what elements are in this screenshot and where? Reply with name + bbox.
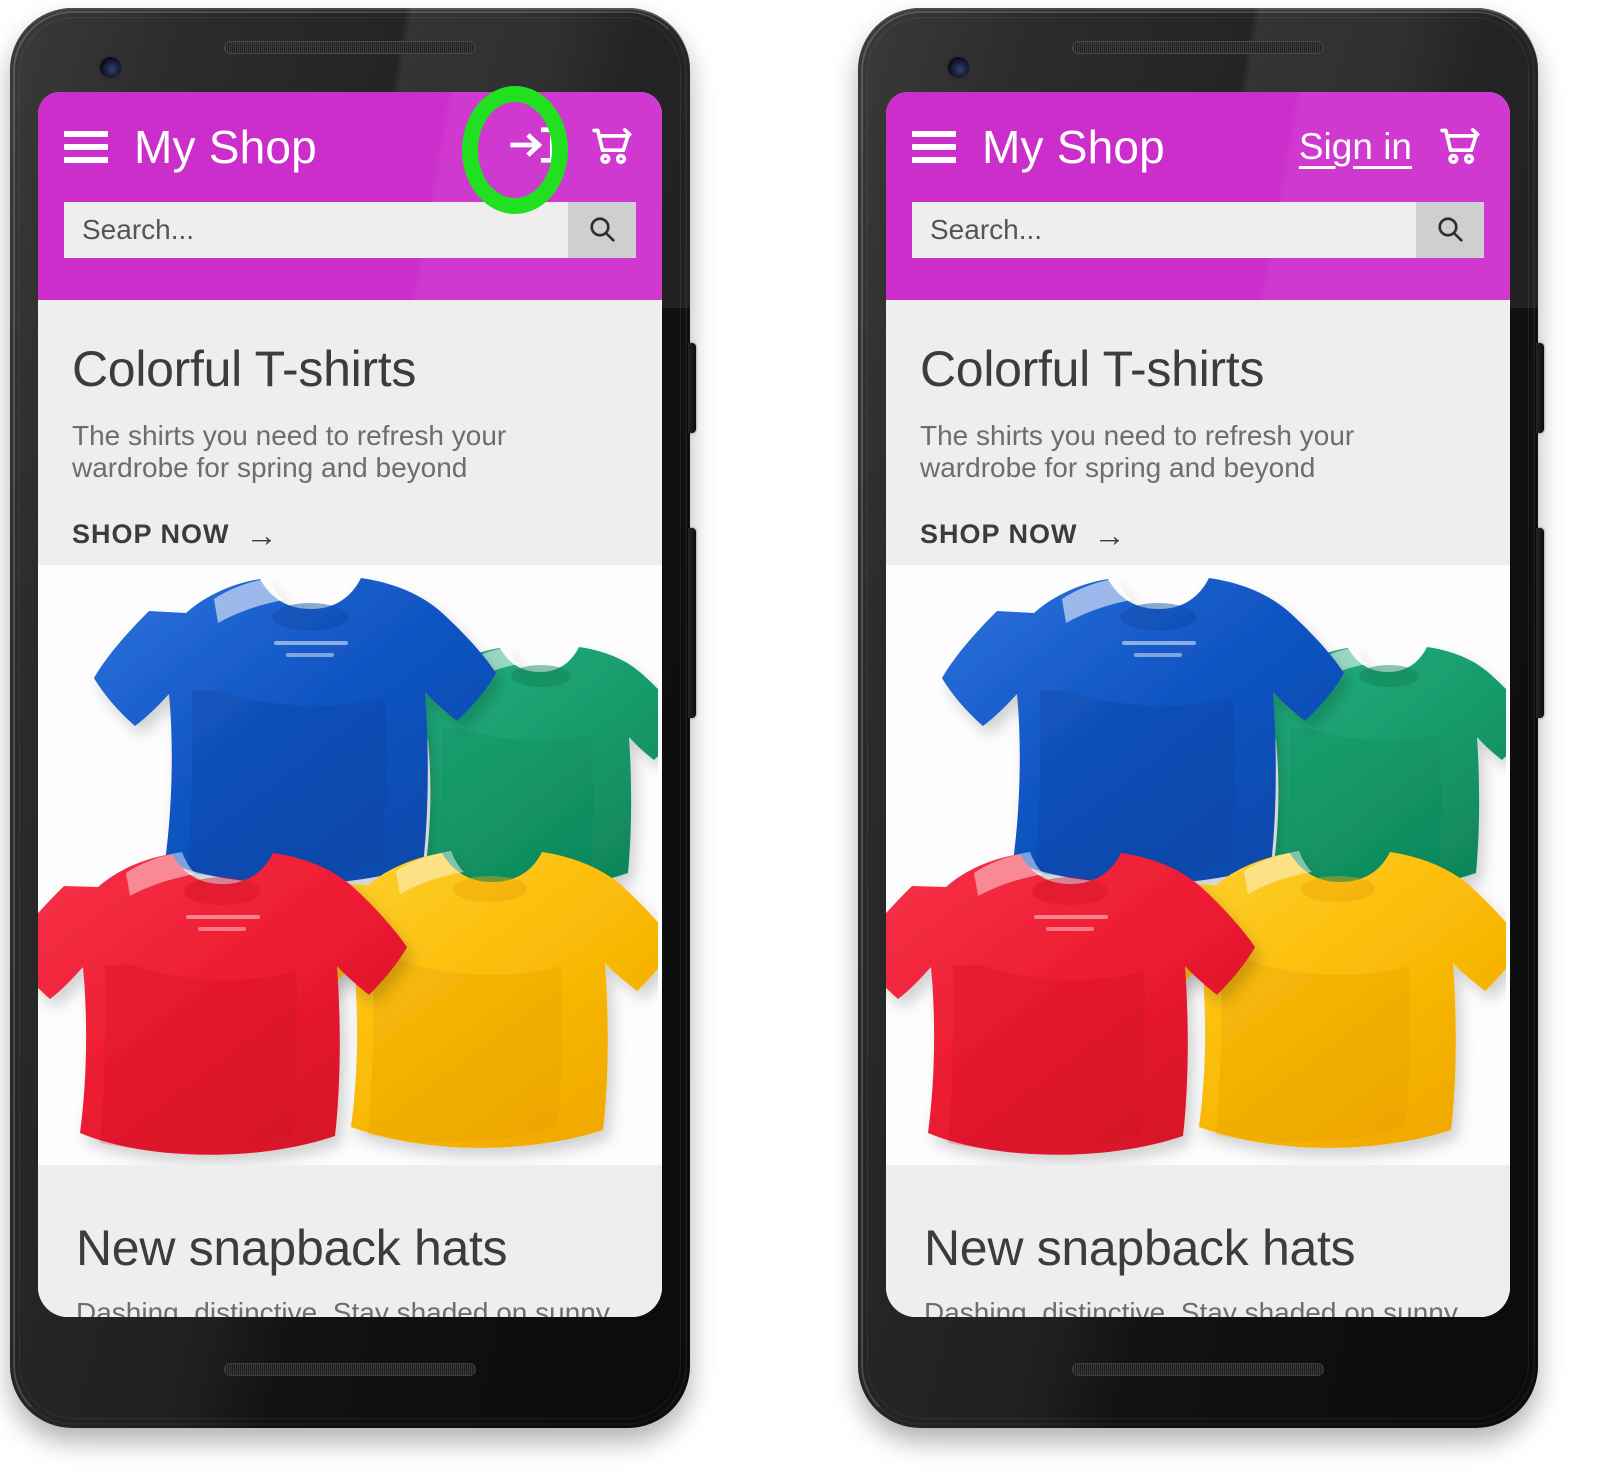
screenshot-stage: My Shop Search... Colorful T-shirts The … — [0, 0, 1600, 1473]
shirt-red — [38, 851, 407, 1155]
hero-title: Colorful T-shirts — [920, 341, 1265, 397]
shopping-cart-icon — [585, 119, 637, 176]
tshirt-hero-image — [38, 564, 662, 1165]
cart-button[interactable] — [1430, 118, 1488, 176]
hero-card: Colorful T-shirts The shirts you need to… — [38, 300, 662, 1165]
app-bar: My Shop — [38, 92, 662, 300]
earpiece-speaker — [1072, 41, 1324, 54]
cart-button[interactable] — [582, 118, 640, 176]
bottom-speaker — [1072, 1363, 1324, 1376]
hero-subtitle: The shirts you need to refresh your ward… — [920, 420, 1355, 484]
shop-now-link[interactable]: SHOP NOW → — [38, 485, 662, 551]
shop-now-label: SHOP NOW — [72, 519, 230, 550]
phone-screen-right: My Shop Sign in Search... Colorful T-shi… — [886, 92, 1510, 1317]
sign-in-label: Sign in — [1298, 126, 1412, 167]
power-button[interactable] — [1536, 343, 1544, 433]
snapback-title: New snapback hats — [924, 1219, 1356, 1276]
search-submit-button[interactable] — [568, 202, 636, 258]
search-input[interactable] — [912, 202, 1416, 258]
search-input[interactable] — [64, 202, 568, 258]
tshirt-hero-image — [886, 564, 1510, 1165]
front-camera-icon — [98, 55, 123, 80]
snapback-subtitle: Dashing, distinctive. Stay shaded on sun… — [924, 1296, 1458, 1317]
hero-card: Colorful T-shirts The shirts you need to… — [886, 300, 1510, 1165]
shopping-cart-icon — [1433, 119, 1485, 176]
sign-in-link[interactable]: Sign in — [1299, 116, 1412, 178]
page-content: Colorful T-shirts The shirts you need to… — [886, 300, 1510, 1317]
app-bar: My Shop Sign in — [886, 92, 1510, 300]
power-button[interactable] — [688, 343, 696, 433]
login-button[interactable] — [502, 116, 564, 178]
search-submit-button[interactable] — [1416, 202, 1484, 258]
search-bar[interactable] — [912, 202, 1484, 258]
arrow-right-icon: → — [245, 516, 279, 553]
search-bar[interactable] — [64, 202, 636, 258]
shop-now-link[interactable]: SHOP NOW → — [886, 485, 1510, 551]
phone-screen-left: My Shop Search... Colorful T-shirts The … — [38, 92, 662, 1317]
hamburger-menu-icon[interactable] — [64, 131, 108, 163]
shop-now-label: SHOP NOW — [920, 519, 1078, 550]
page-content: Colorful T-shirts The shirts you need to… — [38, 300, 662, 1317]
hamburger-menu-icon[interactable] — [912, 131, 956, 163]
app-title: My Shop — [982, 121, 1165, 173]
search-magnifier-icon — [1434, 213, 1466, 248]
snapback-subtitle: Dashing, distinctive. Stay shaded on sun… — [76, 1296, 610, 1317]
shirt-red — [886, 851, 1255, 1155]
login-arrow-icon — [506, 118, 560, 177]
earpiece-speaker — [224, 41, 476, 54]
app-title: My Shop — [134, 121, 317, 173]
front-camera-icon — [946, 55, 971, 80]
tshirt-illustration — [38, 577, 662, 1155]
volume-button[interactable] — [1536, 528, 1544, 718]
volume-button[interactable] — [688, 528, 696, 718]
bottom-speaker — [224, 1363, 476, 1376]
tshirt-illustration — [886, 577, 1510, 1155]
hero-subtitle: The shirts you need to refresh your ward… — [72, 420, 507, 484]
snapback-title: New snapback hats — [76, 1219, 508, 1276]
phone-device-left: My Shop Search... Colorful T-shirts The … — [10, 8, 696, 1428]
search-magnifier-icon — [586, 213, 618, 248]
hero-title: Colorful T-shirts — [72, 341, 417, 397]
arrow-right-icon: → — [1093, 516, 1127, 553]
snapback-card: New snapback hats Dashing, distinctive. … — [38, 1164, 662, 1317]
snapback-card: New snapback hats Dashing, distinctive. … — [886, 1164, 1510, 1317]
phone-device-right: My Shop Sign in Search... Colorful T-shi… — [858, 8, 1544, 1428]
